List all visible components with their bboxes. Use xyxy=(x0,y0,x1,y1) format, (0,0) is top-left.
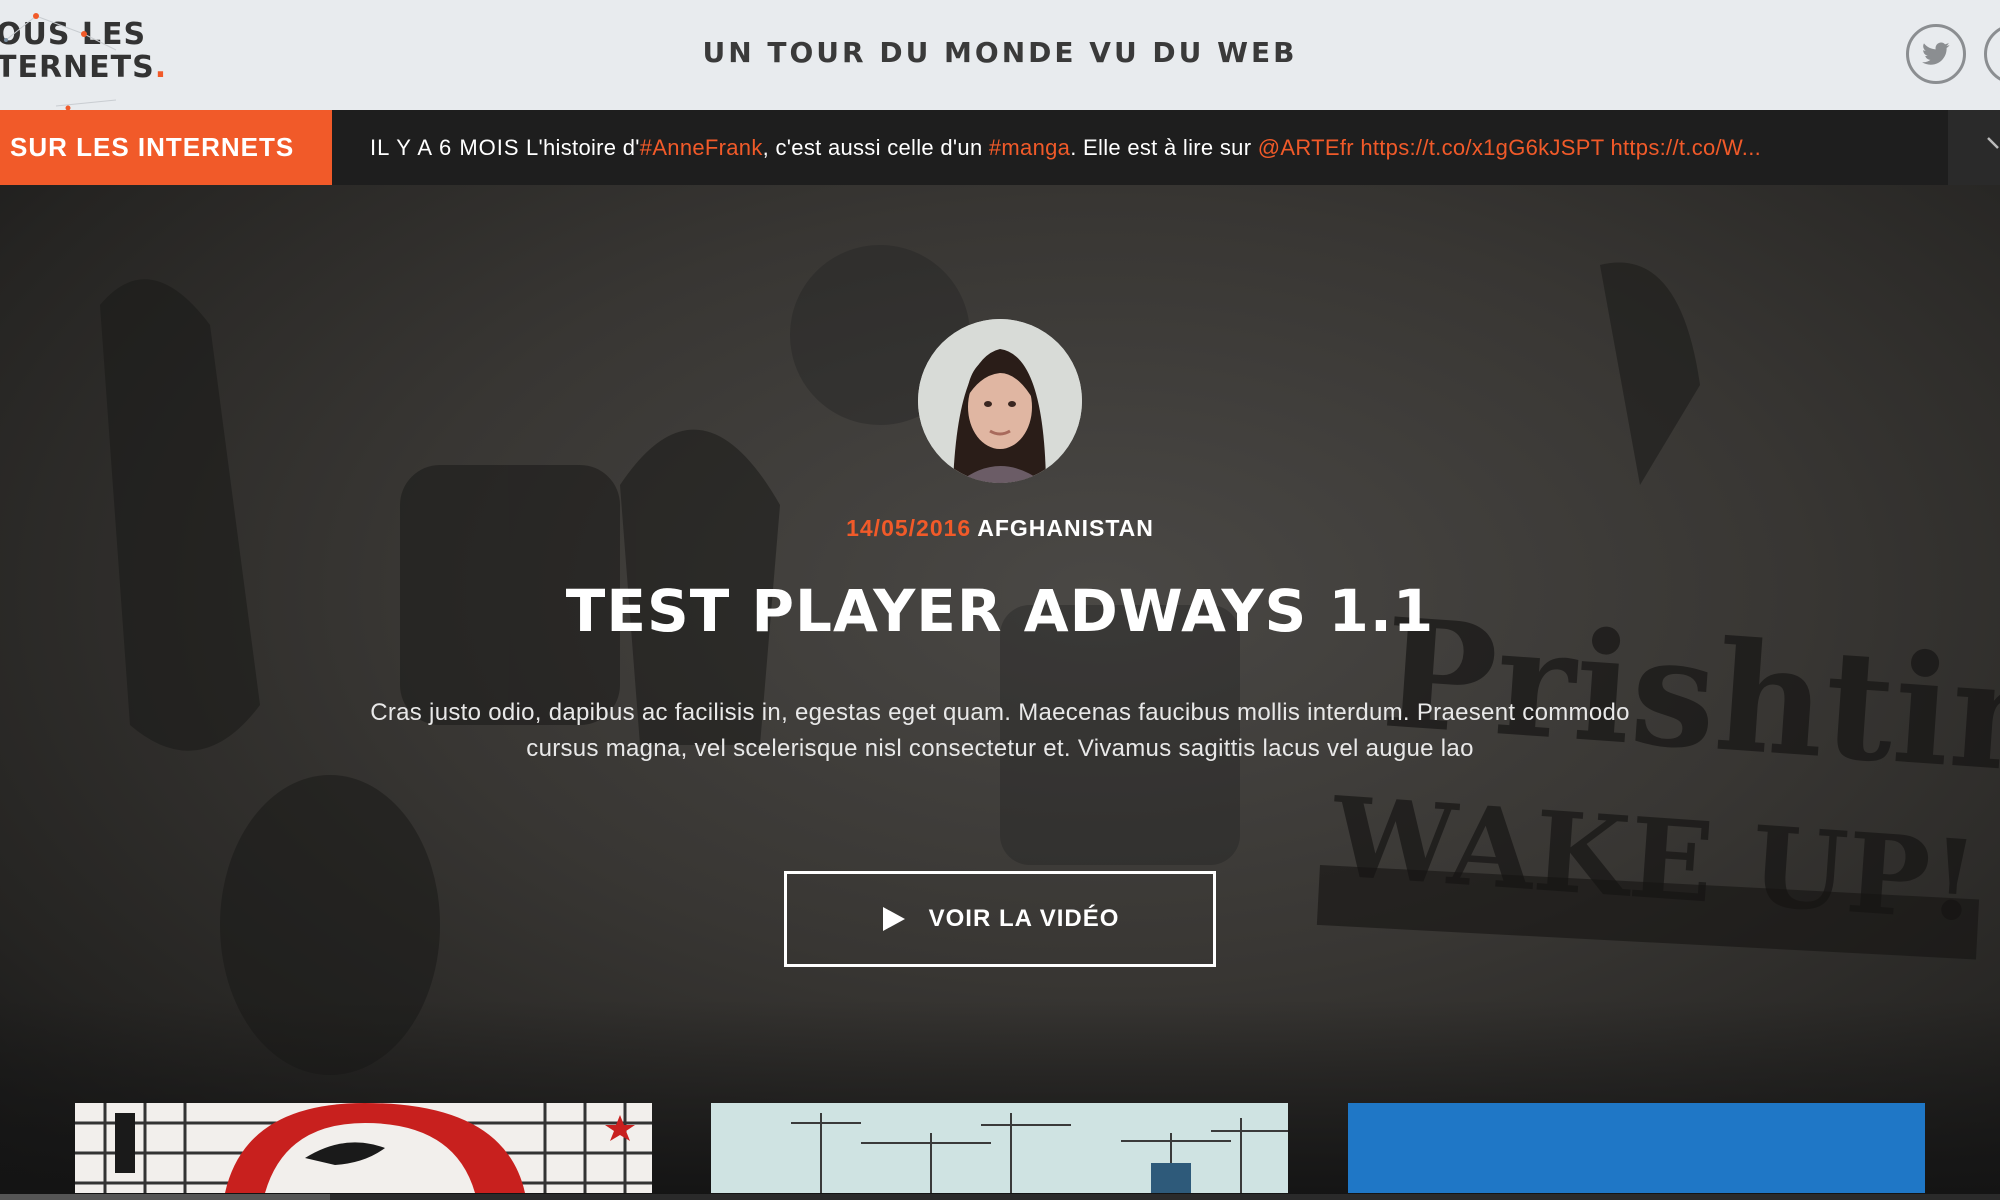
card-3-thumbnail xyxy=(1348,1103,1925,1193)
article-card-2[interactable] xyxy=(711,1103,1288,1193)
news-ticker: SUR LES INTERNETS IL Y A 6 MOIS L'histoi… xyxy=(0,110,2000,185)
watch-video-button[interactable]: VOIR LA VIDÉO xyxy=(784,871,1216,967)
article-title[interactable]: TEST PLAYER ADWAYS 1.1 xyxy=(0,577,2000,645)
author-avatar[interactable] xyxy=(918,319,1082,483)
social-button[interactable] xyxy=(1984,24,2000,84)
twitter-icon xyxy=(1922,42,1950,65)
chevron-right-icon xyxy=(1987,137,1999,149)
watch-video-label: VOIR LA VIDÉO xyxy=(928,905,1120,932)
article-card-3[interactable] xyxy=(1348,1103,1925,1193)
ticker-text-1: L'histoire d' xyxy=(519,135,640,160)
author-portrait xyxy=(918,319,1082,483)
ticker-hashtag-annefrank[interactable]: #AnneFrank xyxy=(640,135,763,160)
article-description: Cras justo odio, dapibus ac facilisis in… xyxy=(370,699,1630,762)
play-icon xyxy=(882,907,905,931)
article-card-1[interactable] xyxy=(75,1103,652,1193)
ticker-next-button[interactable] xyxy=(1948,110,2000,185)
twitter-button[interactable] xyxy=(1906,24,1966,84)
ticker-label[interactable]: SUR LES INTERNETS xyxy=(0,110,332,185)
card-1-thumbnail xyxy=(75,1103,652,1193)
ticker-links[interactable]: @ARTEfr https://t.co/x1gG6kJSPT https://… xyxy=(1258,135,1761,160)
article-date: 14/05/2016 xyxy=(846,515,972,541)
ticker-text-3: . Elle est à lire sur xyxy=(1070,135,1258,160)
card-2-thumbnail xyxy=(711,1103,1288,1193)
ticker-time: IL Y A 6 MOIS xyxy=(370,135,520,160)
site-header: OUS LES TERNETS. UN TOUR DU MONDE VU DU … xyxy=(0,0,2000,110)
site-tagline: UN TOUR DU MONDE VU DU WEB xyxy=(702,36,1298,69)
ticker-hashtag-manga[interactable]: #manga xyxy=(989,135,1070,160)
scrollbar-thumb[interactable] xyxy=(0,1194,330,1200)
horizontal-scrollbar[interactable] xyxy=(0,1194,2000,1200)
article-country[interactable]: AFGHANISTAN xyxy=(977,515,1154,541)
article-meta: 14/05/2016 AFGHANISTAN xyxy=(0,515,2000,542)
ticker-message[interactable]: IL Y A 6 MOIS L'histoire d'#AnneFrank, c… xyxy=(370,110,1910,185)
ticker-text-2: , c'est aussi celle d'un xyxy=(762,135,989,160)
hero-section: Prishtina WAKE UP! 14/05/2016 AFGHANISTAN… xyxy=(0,185,2000,1200)
